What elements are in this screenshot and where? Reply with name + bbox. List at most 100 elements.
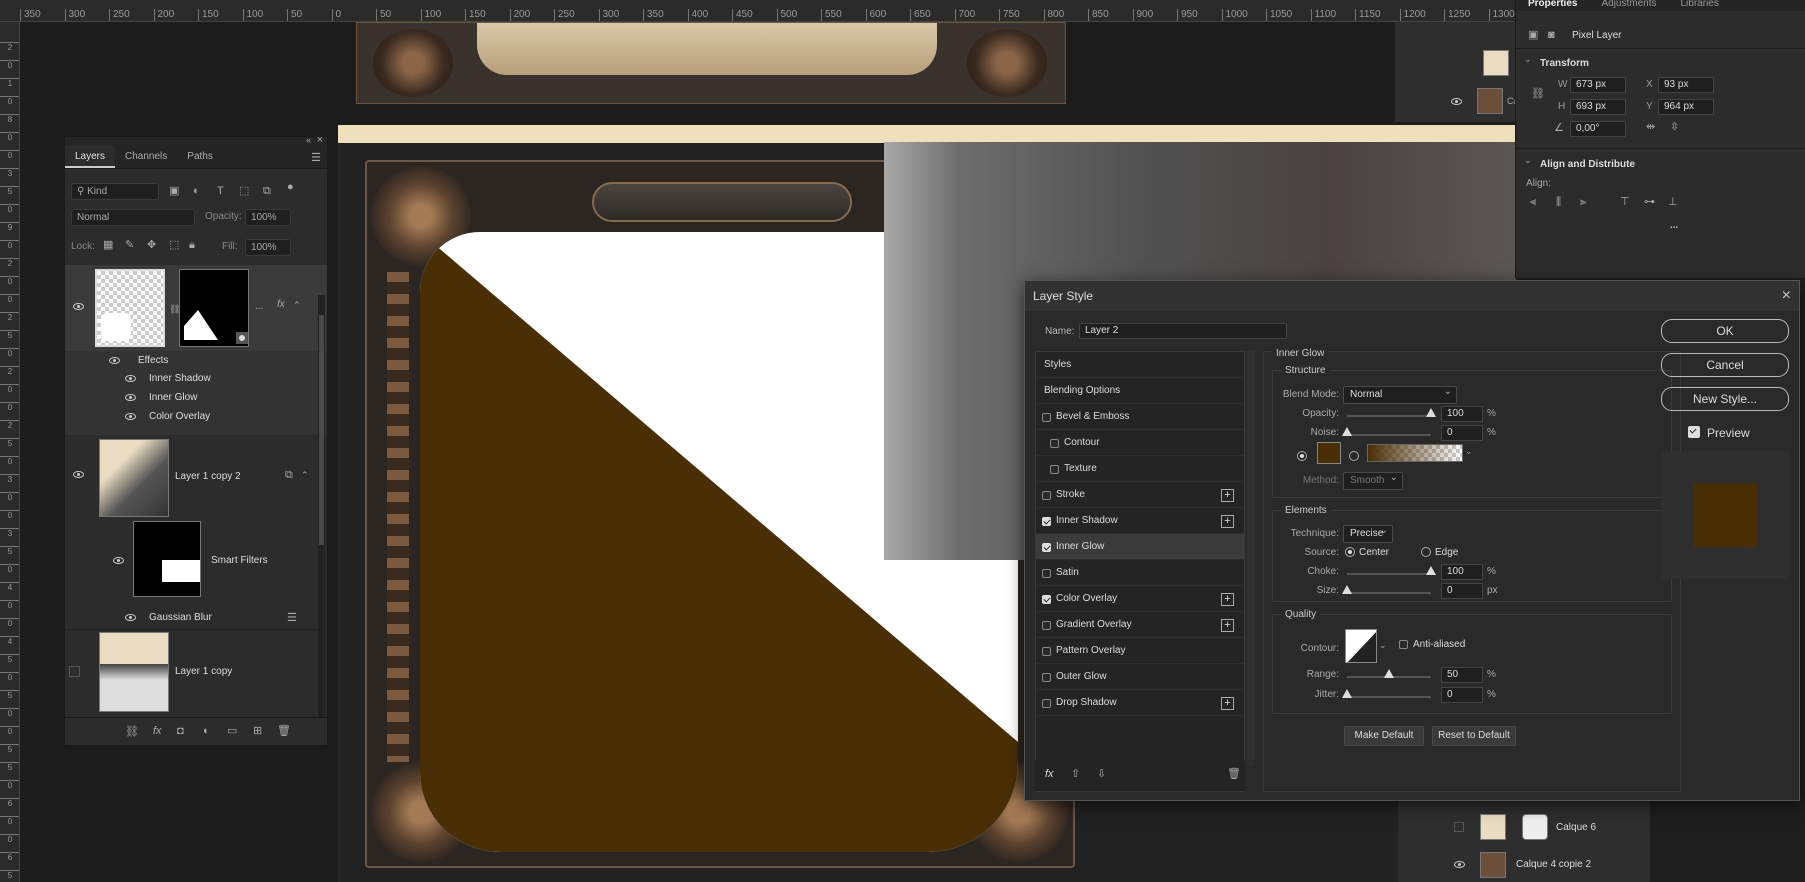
layer-thumbnail[interactable] <box>1480 852 1506 878</box>
source-edge-radio[interactable] <box>1421 547 1431 557</box>
anti-aliased-checkbox[interactable] <box>1399 640 1408 649</box>
smart-filters-eye-icon[interactable] <box>113 557 124 564</box>
panel-titlebar[interactable]: « × <box>65 134 327 146</box>
solid-color-radio[interactable] <box>1297 451 1307 461</box>
chevron-up-icon[interactable]: ⌃ <box>293 299 301 311</box>
contour-picker[interactable] <box>1345 629 1377 663</box>
chevron-down-icon[interactable]: ⌄ <box>1524 53 1532 65</box>
layer-name-field[interactable]: Layer 2 <box>1079 323 1287 339</box>
size-slider[interactable] <box>1342 585 1431 594</box>
gaussian-blur-label[interactable]: Gaussian Blur <box>149 612 212 623</box>
link-layers-icon[interactable]: ⛓ <box>125 726 139 738</box>
effect-eye-icon[interactable] <box>125 413 136 420</box>
more-options[interactable]: ... <box>1670 220 1678 231</box>
layer-row-layer1-copy[interactable]: Layer 1 copy <box>65 629 327 713</box>
fx-icon[interactable]: fx <box>277 299 285 310</box>
visibility-eye-icon[interactable] <box>73 303 84 310</box>
style-checkbox[interactable] <box>1042 699 1051 708</box>
layer-row-layer1-copy2[interactable]: Layer 1 copy 2 ⧉ ⌃ <box>65 435 327 517</box>
slider-knob[interactable] <box>1426 566 1436 575</box>
filter-eye-icon[interactable] <box>125 614 136 621</box>
trash-icon[interactable]: 🗑︎ <box>277 725 291 737</box>
visibility-toggle[interactable] <box>1454 822 1464 832</box>
source-center-label[interactable]: Center <box>1359 547 1389 558</box>
new-style-button[interactable]: New Style... <box>1661 387 1789 411</box>
new-group-icon[interactable]: ▭ <box>227 725 237 737</box>
tab-paths[interactable]: Paths <box>177 146 223 168</box>
filter-options-icon[interactable]: ☰ <box>287 612 297 624</box>
size-field[interactable]: 0 <box>1441 583 1483 599</box>
range-field[interactable]: 50 <box>1441 667 1483 683</box>
mask-thumbnail[interactable] <box>179 269 249 347</box>
tab-layers[interactable]: Layers <box>65 146 116 168</box>
style-checkbox[interactable] <box>1050 465 1059 474</box>
new-layer-icon[interactable]: ⊞ <box>253 725 262 737</box>
glow-color-swatch[interactable] <box>1317 442 1341 464</box>
add-style-icon[interactable]: fx <box>153 725 162 737</box>
style-item-texture[interactable]: Texture <box>1036 456 1244 482</box>
style-item-pattern-overlay[interactable]: Pattern Overlay <box>1036 638 1244 664</box>
visibility-eye-icon[interactable] <box>1454 861 1465 868</box>
layer-thumbnail[interactable] <box>1483 50 1509 76</box>
link-wh-icon[interactable]: ⛓ <box>1531 88 1545 100</box>
style-item-contour[interactable]: Contour <box>1036 430 1244 456</box>
type-filter-icon[interactable]: T <box>217 185 224 197</box>
filter-toggle-icon[interactable]: ● <box>287 181 294 193</box>
effect-color-overlay[interactable]: Color Overlay <box>149 411 210 422</box>
move-up-icon[interactable]: ⇧ <box>1071 768 1080 780</box>
effect-inner-glow[interactable]: Inner Glow <box>149 392 197 403</box>
anti-aliased-label[interactable]: Anti-aliased <box>1413 639 1465 650</box>
align-center-h-icon[interactable]: ⫼ <box>1556 196 1561 208</box>
slider-knob[interactable] <box>1342 585 1352 594</box>
lock-all-icon[interactable]: 🔒︎ <box>189 239 195 251</box>
choke-field[interactable]: 100 <box>1441 564 1483 580</box>
layers-scrollbar[interactable] <box>318 295 325 725</box>
adjustment-filter-icon[interactable]: ◐ <box>193 185 200 197</box>
style-checkbox[interactable] <box>1050 439 1059 448</box>
layer-name[interactable]: Calque 4 copie 2 <box>1516 859 1591 870</box>
tab-channels[interactable]: Channels <box>115 146 177 168</box>
width-field[interactable]: 673 px <box>1570 77 1626 93</box>
pixel-filter-icon[interactable]: ▣ <box>169 185 179 197</box>
scrollbar-thumb[interactable] <box>319 315 324 545</box>
tab-properties[interactable]: Properties <box>1516 0 1589 11</box>
align-bottom-icon[interactable]: ⊥ <box>1668 196 1678 208</box>
gradient-radio[interactable] <box>1349 451 1359 461</box>
tab-adjustments[interactable]: Adjustments <box>1589 0 1668 11</box>
layer-thumbnail[interactable] <box>1480 814 1506 840</box>
style-checkbox[interactable] <box>1042 621 1051 630</box>
noise-slider[interactable] <box>1342 427 1431 436</box>
layer-thumbnail[interactable] <box>95 269 165 347</box>
cancel-button[interactable]: Cancel <box>1661 353 1789 377</box>
style-item-inner-shadow[interactable]: Inner Shadow + <box>1036 508 1244 534</box>
effect-eye-icon[interactable] <box>125 394 136 401</box>
align-middle-v-icon[interactable]: ⊶ <box>1644 196 1655 208</box>
adjustment-layer-icon[interactable]: ◐ <box>203 725 210 737</box>
style-item-color-overlay[interactable]: Color Overlay + <box>1036 586 1244 612</box>
style-item-outer-glow[interactable]: Outer Glow <box>1036 664 1244 690</box>
noise-field[interactable]: 0 <box>1441 425 1483 441</box>
style-checkbox[interactable] <box>1042 491 1051 500</box>
lock-transparency-icon[interactable]: ▦ <box>103 239 113 251</box>
smart-filters-row[interactable]: Smart Filters <box>65 519 327 609</box>
height-field[interactable]: 693 px <box>1570 99 1626 115</box>
lock-position-icon[interactable]: ✥ <box>147 239 156 251</box>
preview-label[interactable]: Preview <box>1707 426 1750 440</box>
effect-eye-icon[interactable] <box>125 375 136 382</box>
layer-thumbnail[interactable] <box>1477 88 1503 114</box>
smart-filter-mask[interactable] <box>133 521 201 597</box>
layer-row-layer2[interactable]: ⛓ ... fx ⌃ <box>65 265 327 351</box>
blend-mode-dropdown[interactable]: Normal <box>71 209 195 226</box>
method-dropdown[interactable]: Smooth <box>1343 470 1403 490</box>
add-effect-icon[interactable]: + <box>1221 515 1234 528</box>
add-mask-icon[interactable]: ◘ <box>177 725 184 737</box>
gaussian-blur-row[interactable]: Gaussian Blur ☰ <box>65 609 327 629</box>
visibility-eye-icon[interactable] <box>73 471 84 478</box>
opacity-field[interactable]: 100 <box>1441 406 1483 422</box>
flip-horizontal-icon[interactable]: ⇹ <box>1646 121 1655 133</box>
style-checkbox[interactable] <box>1042 595 1051 604</box>
align-top-icon[interactable]: ⊤ <box>1620 196 1630 208</box>
gradient-picker[interactable] <box>1367 444 1463 462</box>
choke-slider[interactable] <box>1347 566 1436 575</box>
flip-vertical-icon[interactable]: ⇳ <box>1670 121 1679 133</box>
